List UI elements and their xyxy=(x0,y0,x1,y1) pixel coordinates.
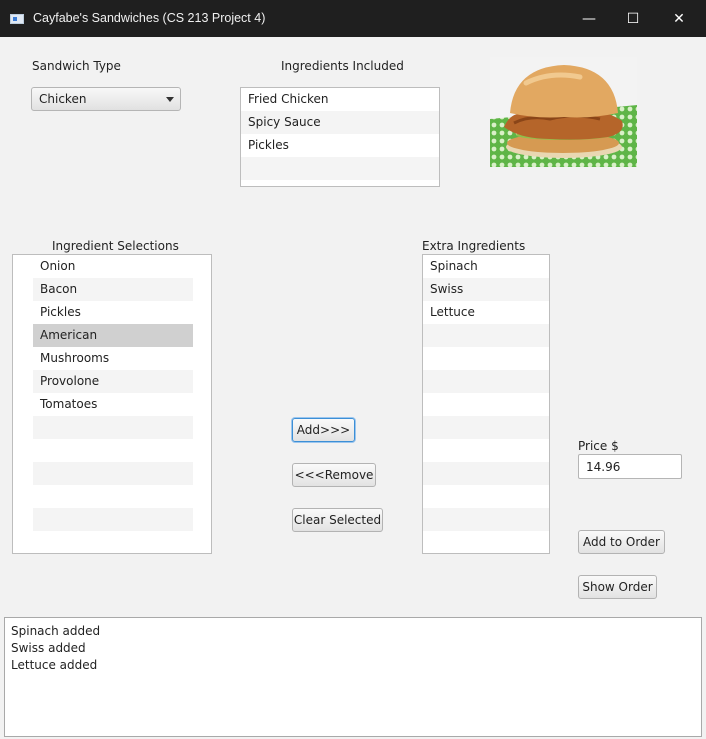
ingredient-selections-label: Ingredient Selections xyxy=(52,239,179,253)
empty-list-row xyxy=(423,462,549,485)
output-line: Lettuce added xyxy=(11,658,98,672)
ingredient-selection-item[interactable]: Pickles xyxy=(33,301,193,324)
sandwich-type-value: Chicken xyxy=(39,92,87,106)
chevron-down-icon xyxy=(166,97,174,102)
add-to-order-button[interactable]: Add to Order xyxy=(578,530,665,554)
minimize-icon[interactable]: — xyxy=(566,0,612,37)
included-ingredient-item[interactable]: Pickles xyxy=(241,134,439,157)
ingredients-included-label: Ingredients Included xyxy=(281,59,404,73)
output-line: Spinach added xyxy=(11,624,101,638)
ingredient-selection-item[interactable]: Mushrooms xyxy=(33,347,193,370)
ingredient-selection-item[interactable]: Tomatoes xyxy=(33,393,193,416)
extra-ingredients-list[interactable]: Spinach Swiss Lettuce xyxy=(422,254,550,554)
add-button[interactable]: Add>>> xyxy=(292,418,355,442)
empty-list-row xyxy=(423,324,549,347)
ingredient-selection-item[interactable]: Onion xyxy=(33,255,193,278)
empty-list-row xyxy=(33,531,193,553)
empty-list-row xyxy=(423,393,549,416)
ingredient-selection-item[interactable]: Provolone xyxy=(33,370,193,393)
maximize-icon[interactable]: ☐ xyxy=(610,0,656,37)
empty-list-row xyxy=(423,347,549,370)
ingredient-selections-panel: Onion Bacon Pickles American Mushrooms Provol… xyxy=(12,254,212,554)
empty-list-row xyxy=(423,416,549,439)
extra-ingredient-item[interactable]: Swiss xyxy=(423,278,549,301)
ingredients-included-list[interactable]: Fried Chicken Spicy Sauce Pickles xyxy=(240,87,440,187)
output-log[interactable]: Spinach added Swiss added Lettuce added xyxy=(4,617,702,737)
chicken-sandwich-image xyxy=(490,57,637,167)
included-ingredient-item[interactable]: Fried Chicken xyxy=(241,88,439,111)
ingredient-selection-item[interactable]: American xyxy=(33,324,193,347)
price-field[interactable]: 14.96 xyxy=(578,454,682,479)
extra-ingredients-label: Extra Ingredients xyxy=(422,239,526,253)
empty-list-row xyxy=(423,508,549,531)
ingredient-selections-list[interactable]: Onion Bacon Pickles American Mushrooms Provol… xyxy=(33,255,193,553)
app-window: Cayfabe's Sandwiches (CS 213 Project 4) … xyxy=(0,0,706,739)
ingredient-selection-item[interactable]: Bacon xyxy=(33,278,193,301)
price-value: 14.96 xyxy=(586,460,621,474)
empty-list-row xyxy=(423,531,549,553)
empty-list-row xyxy=(423,370,549,393)
extra-ingredient-item[interactable]: Spinach xyxy=(423,255,549,278)
close-icon[interactable]: ✕ xyxy=(656,0,702,37)
remove-button[interactable]: <<<Remove xyxy=(292,463,376,487)
clear-selected-button[interactable]: Clear Selected xyxy=(292,508,383,532)
output-line: Swiss added xyxy=(11,641,86,655)
empty-list-row xyxy=(33,508,193,531)
price-label: Price $ xyxy=(578,439,619,453)
empty-list-row xyxy=(33,485,193,508)
included-ingredient-item[interactable]: Spicy Sauce xyxy=(241,111,439,134)
sandwich-type-combobox[interactable]: Chicken xyxy=(31,87,181,111)
empty-list-row xyxy=(33,416,193,439)
show-order-button[interactable]: Show Order xyxy=(578,575,657,599)
empty-list-row xyxy=(33,439,193,462)
window-title: Cayfabe's Sandwiches (CS 213 Project 4) xyxy=(33,11,266,25)
extra-ingredient-item[interactable]: Lettuce xyxy=(423,301,549,324)
sandwich-type-label: Sandwich Type xyxy=(32,59,121,73)
title-bar[interactable]: Cayfabe's Sandwiches (CS 213 Project 4) … xyxy=(0,0,706,37)
empty-list-row xyxy=(33,462,193,485)
empty-list-row xyxy=(423,485,549,508)
app-window-icon xyxy=(10,14,24,24)
empty-list-row xyxy=(423,439,549,462)
empty-list-row xyxy=(241,157,439,180)
